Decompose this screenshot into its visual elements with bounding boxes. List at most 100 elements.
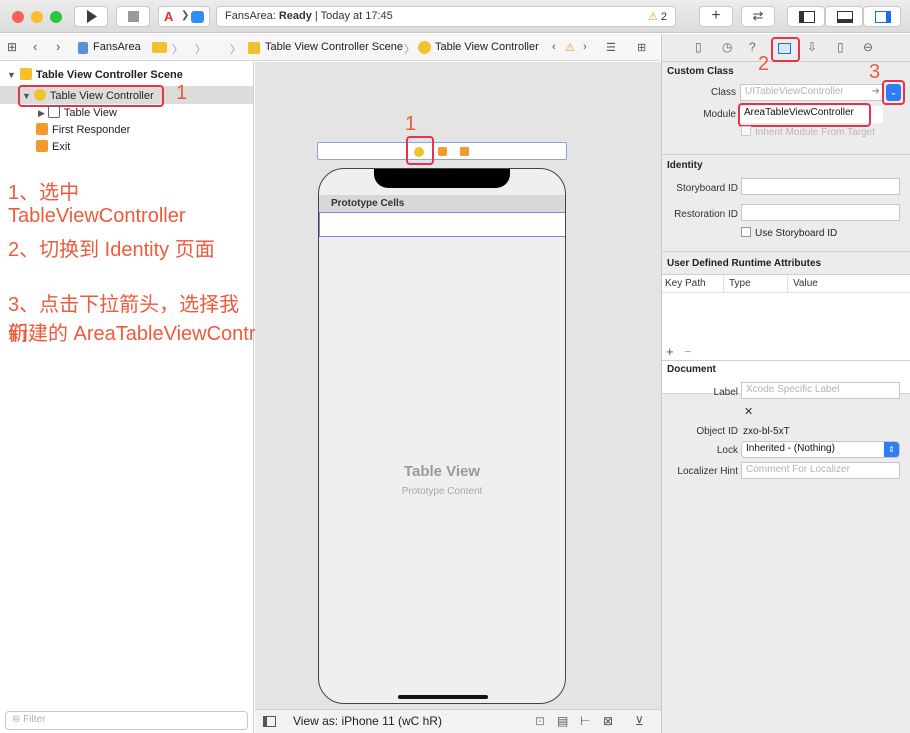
warning-badge[interactable]: ⚠ 2 bbox=[648, 10, 667, 23]
breadcrumb-separator: 〉 bbox=[195, 44, 206, 56]
close-window-button[interactable] bbox=[12, 11, 24, 23]
folder-icon[interactable] bbox=[152, 42, 167, 53]
resolve-issues-icon[interactable]: ⊠ bbox=[603, 714, 613, 728]
col-value[interactable]: Value bbox=[793, 278, 818, 289]
scene-icon bbox=[19, 68, 32, 80]
select-arrows-icon: ⇕ bbox=[884, 442, 899, 457]
grid-icon[interactable]: ⊞ bbox=[7, 40, 17, 54]
jump-bar: ⊞ ‹ › FansArea 〉 〉 〉 Table View Controll… bbox=[0, 34, 660, 61]
warning-icon[interactable]: ⚠ bbox=[565, 41, 575, 54]
module-label: Module bbox=[703, 109, 736, 120]
forward-button[interactable]: › bbox=[56, 39, 60, 54]
breadcrumb-project[interactable]: FansArea bbox=[93, 41, 141, 53]
table-view-title: Table View bbox=[403, 463, 481, 480]
history-inspector-tab[interactable]: ◷ bbox=[722, 40, 732, 54]
col-type[interactable]: Type bbox=[729, 278, 751, 289]
table-view-subtitle: Prototype Content bbox=[401, 486, 483, 497]
add-attribute-button[interactable]: + bbox=[666, 344, 674, 359]
inherit-module-checkbox[interactable]: Inherit Module From Target bbox=[741, 126, 875, 138]
annotation-step2: 2、切换到 Identity 页面 bbox=[8, 239, 215, 261]
arrow-circle-icon[interactable]: ➜ bbox=[872, 86, 880, 97]
outline-scene-row[interactable]: ▼ Table View Controller Scene bbox=[7, 68, 183, 85]
custom-class-title: Custom Class bbox=[667, 66, 734, 77]
clear-color-icon[interactable]: ✕ bbox=[744, 405, 753, 418]
breadcrumb-separator: 〉 bbox=[230, 44, 241, 56]
udra-header: Key Path Type Value bbox=[662, 275, 910, 293]
toggle-inspector-button[interactable] bbox=[863, 6, 901, 27]
highlight-box bbox=[406, 136, 434, 165]
filter-field[interactable]: ⊜ Filter bbox=[5, 711, 248, 730]
toggle-outline-icon[interactable] bbox=[263, 716, 276, 727]
attributes-inspector-tab[interactable]: ⇩ bbox=[807, 40, 817, 54]
canvas-bottom-bar: View as: iPhone 11 (wC hR) ⊡ ▤ ⊢ ⊠ ⊻ bbox=[255, 709, 661, 733]
update-frames-icon[interactable]: ⊡ bbox=[535, 714, 545, 728]
breadcrumb-controller[interactable]: Table View Controller bbox=[435, 41, 539, 53]
stop-icon bbox=[128, 11, 139, 22]
breadcrumb-scene[interactable]: Table View Controller Scene bbox=[265, 41, 403, 53]
prototype-cell[interactable] bbox=[319, 212, 565, 237]
align-icon[interactable]: ▤ bbox=[557, 714, 568, 728]
table-view-icon bbox=[47, 106, 60, 118]
outline-tableview-row[interactable]: ▶ Table View bbox=[38, 106, 117, 123]
toggle-navigator-button[interactable] bbox=[787, 6, 825, 27]
breadcrumb-separator: 〉 bbox=[172, 44, 183, 56]
device-icon bbox=[191, 11, 204, 23]
left-panel-icon bbox=[799, 11, 815, 23]
storyboard-id-field[interactable] bbox=[741, 178, 900, 195]
label-field[interactable]: Xcode Specific Label bbox=[741, 382, 900, 399]
related-items-icon[interactable]: ☰ bbox=[606, 41, 616, 54]
annotation-step1: 1、选中 TableViewController bbox=[8, 182, 186, 227]
exit-icon[interactable] bbox=[460, 147, 469, 156]
hammer-app-icon: A bbox=[164, 9, 174, 24]
annotation-number: 2 bbox=[758, 53, 770, 75]
highlight-box bbox=[771, 37, 800, 62]
remove-attribute-button[interactable]: − bbox=[684, 344, 692, 359]
file-inspector-tab[interactable]: ▯ bbox=[695, 40, 702, 54]
connections-inspector-tab[interactable]: ⊖ bbox=[863, 40, 873, 54]
iphone-frame[interactable]: Prototype Cells Table View Prototype Con… bbox=[318, 168, 566, 704]
lock-select[interactable]: Inherited - (Nothing) ⇕ bbox=[741, 441, 900, 458]
zoom-window-button[interactable] bbox=[50, 11, 62, 23]
disclosure-right-icon[interactable]: ▶ bbox=[38, 108, 45, 118]
first-responder-icon[interactable] bbox=[438, 147, 447, 156]
issue-forward-button[interactable]: › bbox=[583, 41, 587, 53]
add-editor-icon[interactable]: ⊞ bbox=[637, 41, 646, 54]
minimize-window-button[interactable] bbox=[31, 11, 43, 23]
disclosure-down-icon[interactable]: ▼ bbox=[7, 70, 16, 80]
run-button[interactable] bbox=[74, 6, 108, 27]
prototype-header: Prototype Cells bbox=[319, 195, 565, 212]
toggle-debug-button[interactable] bbox=[825, 6, 863, 27]
localizer-hint-field[interactable]: Comment For Localizer bbox=[741, 462, 900, 479]
scene-dock[interactable] bbox=[317, 142, 567, 160]
add-constraints-icon[interactable]: ⊢ bbox=[580, 714, 590, 728]
udra-table[interactable]: Key Path Type Value bbox=[662, 274, 910, 394]
scene-icon bbox=[248, 42, 260, 54]
issue-back-button[interactable]: ‹ bbox=[552, 41, 556, 53]
highlight-box bbox=[18, 85, 164, 107]
notch bbox=[374, 169, 510, 188]
library-button[interactable]: + bbox=[699, 6, 733, 27]
prototype-cells-label: Prototype Cells bbox=[331, 198, 405, 209]
play-icon bbox=[87, 10, 97, 23]
controller-icon bbox=[418, 41, 431, 54]
use-storyboard-id-checkbox[interactable]: Use Storyboard ID bbox=[741, 227, 837, 239]
code-review-button[interactable]: ⇄ bbox=[741, 6, 775, 27]
restoration-id-field[interactable] bbox=[741, 204, 900, 221]
outline-exit-row[interactable]: Exit bbox=[36, 140, 70, 157]
stop-button[interactable] bbox=[116, 6, 150, 27]
document-outline: ▼ Table View Controller Scene ▼ Table View… bbox=[0, 62, 293, 733]
outline-first-responder-row[interactable]: First Responder bbox=[36, 123, 130, 140]
col-key-path[interactable]: Key Path bbox=[665, 278, 706, 289]
status-time: | Today at 17:45 bbox=[314, 10, 393, 22]
filter-icon: ⊜ bbox=[12, 714, 21, 725]
back-button[interactable]: ‹ bbox=[33, 39, 37, 54]
scheme-selector[interactable]: A ❯ bbox=[158, 6, 210, 27]
class-field[interactable]: UITableViewController ➜ bbox=[740, 84, 883, 101]
size-inspector-tab[interactable]: ▯ bbox=[837, 40, 844, 54]
embed-icon[interactable]: ⊻ bbox=[635, 714, 644, 728]
localizer-hint-label: Localizer Hint bbox=[677, 466, 738, 477]
view-as-button[interactable]: View as: iPhone 11 (wC hR) bbox=[293, 714, 442, 728]
lock-label: Lock bbox=[716, 445, 738, 456]
help-inspector-tab[interactable]: ? bbox=[749, 40, 756, 54]
udra-title: User Defined Runtime Attributes bbox=[667, 258, 822, 269]
